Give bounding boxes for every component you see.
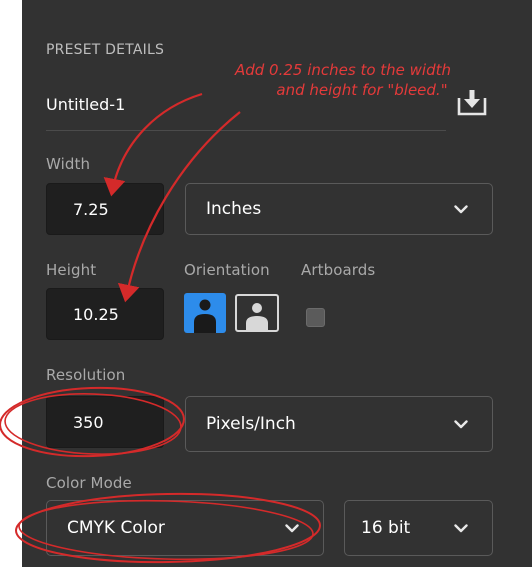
annotation-line-1: Add 0.25 inches to the width — [234, 61, 452, 79]
document-name-underline — [46, 130, 446, 131]
landscape-orientation-icon — [246, 303, 268, 330]
chevron-down-icon — [285, 523, 299, 532]
artboards-checkbox[interactable] — [306, 308, 325, 327]
portrait-orientation-icon — [194, 299, 216, 333]
chevron-down-icon — [454, 523, 468, 532]
height-label: Height — [46, 261, 97, 279]
annotation-line-2: and height for "bleed." — [276, 81, 448, 99]
color-mode-label: Color Mode — [46, 474, 132, 492]
width-input[interactable]: 7.25 — [46, 183, 164, 235]
artboards-label: Artboards — [301, 261, 376, 279]
annotation-text: Add 0.25 inches to the width and height … — [198, 60, 488, 100]
color-mode-value: CMYK Color — [67, 518, 165, 538]
bit-depth-select[interactable]: 16 bit — [344, 500, 493, 556]
height-input[interactable]: 10.25 — [46, 288, 164, 340]
color-mode-select[interactable]: CMYK Color — [46, 500, 324, 556]
chevron-down-icon — [454, 204, 468, 213]
bit-depth-value: 16 bit — [361, 518, 411, 538]
resolution-label: Resolution — [46, 366, 126, 384]
width-unit-select[interactable]: Inches — [185, 183, 493, 235]
width-unit-value: Inches — [206, 199, 262, 219]
orientation-label: Orientation — [184, 261, 270, 279]
section-title: PRESET DETAILS — [46, 42, 165, 58]
resolution-input[interactable]: 350 — [46, 396, 164, 448]
landscape-orientation-button[interactable] — [235, 294, 279, 332]
portrait-orientation-button[interactable] — [184, 293, 226, 333]
document-name-field[interactable]: Untitled-1 — [46, 95, 125, 114]
width-label: Width — [46, 155, 91, 173]
resolution-unit-select[interactable]: Pixels/Inch — [185, 396, 493, 452]
resolution-unit-value: Pixels/Inch — [206, 414, 296, 434]
chevron-down-icon — [454, 419, 468, 428]
